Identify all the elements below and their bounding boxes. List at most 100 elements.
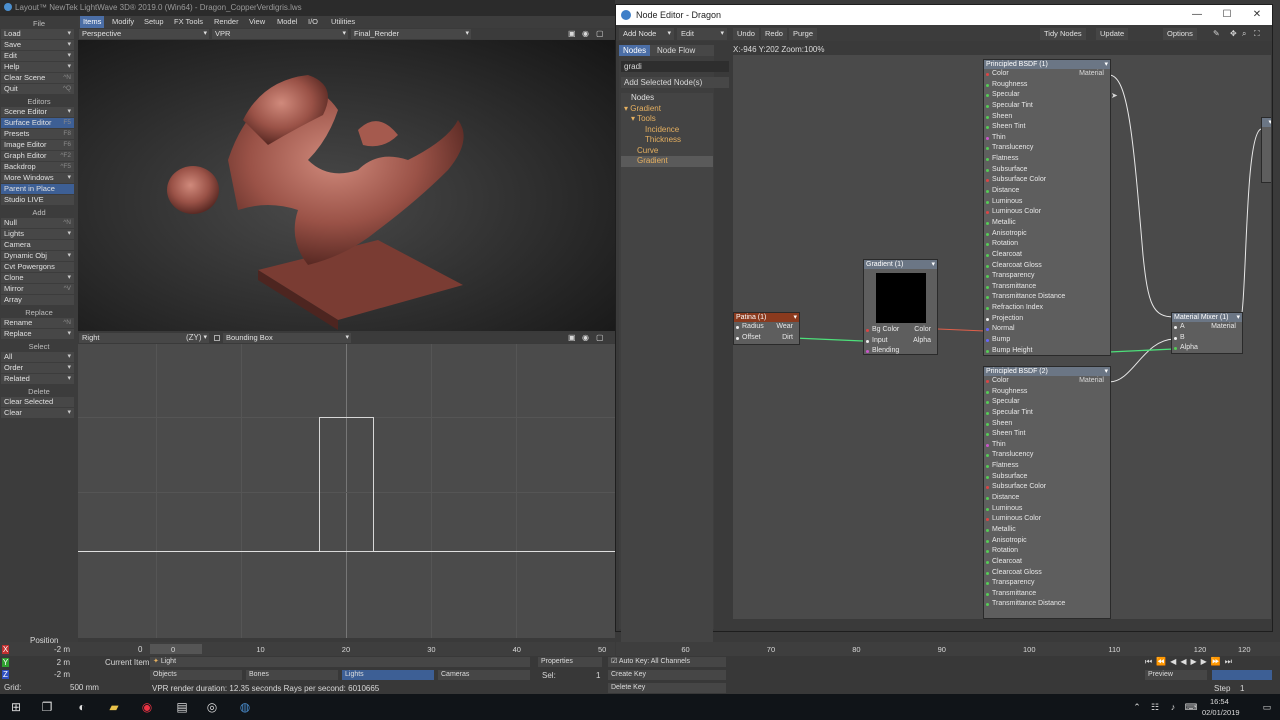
- bsdf1-input[interactable]: Refraction Index: [984, 303, 1110, 314]
- auto-key-select[interactable]: ☑ Auto Key: All Channels: [608, 657, 726, 667]
- x-position-field[interactable]: -2 m: [40, 645, 70, 654]
- bones-button[interactable]: Bones: [246, 670, 338, 680]
- tab-node-flow[interactable]: Node Flow: [657, 45, 695, 56]
- tab-io[interactable]: I/O: [308, 16, 318, 28]
- tree-gradient-selected[interactable]: Gradient: [621, 156, 713, 167]
- all-button[interactable]: All: [1, 352, 74, 362]
- more-windows-button[interactable]: More Windows: [1, 173, 74, 183]
- patina-input-radius[interactable]: Radius Wear: [734, 322, 799, 333]
- tree-gradient-folder[interactable]: ▾ Gradient: [621, 104, 713, 115]
- mirror-button[interactable]: Mirror ^V: [1, 284, 74, 294]
- create-key-button[interactable]: Create Key: [608, 670, 726, 680]
- order-button[interactable]: Order: [1, 363, 74, 373]
- gradient-input-input[interactable]: Input Alpha: [864, 336, 937, 347]
- cameras-button[interactable]: Cameras: [438, 670, 530, 680]
- bsdf1-input[interactable]: Transmittance Distance: [984, 292, 1110, 303]
- tab-setup[interactable]: Setup: [144, 16, 164, 28]
- bsdf1-input[interactable]: Subsurface Color: [984, 175, 1110, 186]
- bsdf2-title[interactable]: Principled BSDF (2): [984, 367, 1110, 376]
- bsdf1-input[interactable]: Transmittance: [984, 282, 1110, 293]
- bsdf2-input[interactable]: Clearcoat Gloss: [984, 568, 1110, 579]
- bottom-lock-icon[interactable]: ▣: [568, 333, 576, 342]
- tab-fx-tools[interactable]: FX Tools: [174, 16, 203, 28]
- tree-thickness[interactable]: Thickness: [621, 135, 713, 146]
- bsdf2-input[interactable]: Subsurface: [984, 472, 1110, 483]
- lights-button-bottom[interactable]: Lights: [342, 670, 434, 680]
- bsdf2-input[interactable]: Sheen Tint: [984, 429, 1110, 440]
- delete-key-button[interactable]: Delete Key: [608, 683, 726, 693]
- bsdf1-input[interactable]: Color: [984, 69, 1110, 80]
- node-canvas[interactable]: Patina (1) RadiusWear OffsetDirt Gradien…: [733, 55, 1271, 619]
- bsdf1-input[interactable]: Transparency: [984, 271, 1110, 282]
- clear-selected-button[interactable]: Clear Selected: [1, 397, 74, 407]
- bsdf1-input[interactable]: Bump: [984, 335, 1110, 346]
- tree-incidence[interactable]: Incidence: [621, 125, 713, 136]
- save-button[interactable]: Save: [1, 40, 74, 50]
- tab-view[interactable]: View: [249, 16, 265, 28]
- related-button[interactable]: Related: [1, 374, 74, 384]
- bsdf1-input[interactable]: Thin: [984, 133, 1110, 144]
- patina-node[interactable]: Patina (1) RadiusWear OffsetDirt: [733, 312, 800, 345]
- windows-start-icon[interactable]: ⊞: [9, 700, 23, 714]
- rename-button[interactable]: Rename ^N: [1, 318, 74, 328]
- view-type-select[interactable]: Perspective: [79, 29, 209, 39]
- surface-editor-button[interactable]: Surface Editor F5: [1, 118, 74, 128]
- bsdf2-input[interactable]: Anisotropic: [984, 536, 1110, 547]
- bsdf2-input[interactable]: Translucency: [984, 450, 1110, 461]
- bsdf2-input[interactable]: Luminous: [984, 504, 1110, 515]
- gradient-node[interactable]: Gradient (1) Bg ColorColor InputAlpha Bl…: [863, 259, 938, 355]
- tab-nodes[interactable]: Nodes: [619, 45, 651, 56]
- grid-size-field[interactable]: 500 mm: [70, 683, 99, 692]
- bsdf2-input[interactable]: Color: [984, 376, 1110, 387]
- lights-button[interactable]: Lights: [1, 229, 74, 239]
- edit-button[interactable]: Edit: [1, 51, 74, 61]
- update-button[interactable]: Update: [1096, 28, 1129, 40]
- maximize-icon[interactable]: ☐: [1212, 5, 1242, 25]
- bsdf1-input[interactable]: Sheen: [984, 112, 1110, 123]
- tray-keyboard-icon[interactable]: ⌨: [1184, 700, 1198, 714]
- bsdf2-input[interactable]: Specular Tint: [984, 408, 1110, 419]
- close-icon[interactable]: ✕: [1242, 5, 1272, 25]
- notification-icon[interactable]: ▭: [1260, 700, 1274, 714]
- dynamic-obj-button[interactable]: Dynamic Obj: [1, 251, 74, 261]
- tab-render[interactable]: Render: [214, 16, 239, 28]
- mixer-title[interactable]: Material Mixer (1): [1172, 313, 1242, 322]
- current-item-select[interactable]: ✦ Light: [150, 657, 530, 667]
- clear-scene-button[interactable]: Clear Scene ^N: [1, 73, 74, 83]
- bsdf1-input[interactable]: Flatness: [984, 154, 1110, 165]
- bsdf2-input[interactable]: Clearcoat: [984, 557, 1110, 568]
- minimize-icon[interactable]: —: [1182, 5, 1212, 25]
- viewport-camera-icon[interactable]: ◉: [582, 29, 589, 38]
- edit-menu-button[interactable]: Edit: [677, 28, 727, 40]
- parent-in-place-button[interactable]: Parent in Place: [1, 184, 74, 194]
- app-icon-2[interactable]: ▤: [175, 700, 189, 714]
- timeline[interactable]: 0 0 10 20 30 40 50: [0, 642, 615, 656]
- render-viewport[interactable]: [78, 40, 615, 331]
- graph-editor-button[interactable]: Graph Editor ^F2: [1, 151, 74, 161]
- step-field[interactable]: 1: [1240, 684, 1244, 693]
- y-position-field[interactable]: 2 m: [40, 658, 70, 667]
- cvt-powergons-button[interactable]: Cvt Powergons: [1, 262, 74, 272]
- bsdf1-input[interactable]: Roughness: [984, 80, 1110, 91]
- null-button[interactable]: Null ^N: [1, 218, 74, 228]
- scene-editor-button[interactable]: Scene Editor: [1, 107, 74, 117]
- bsdf2-input[interactable]: Specular: [984, 397, 1110, 408]
- bsdf1-title[interactable]: Principled BSDF (1): [984, 60, 1110, 69]
- material-mixer-node[interactable]: Material Mixer (1) AMaterial B Alpha: [1171, 312, 1243, 354]
- help-button[interactable]: Help: [1, 62, 74, 72]
- tab-model[interactable]: Model: [277, 16, 297, 28]
- bsdf2-input[interactable]: Thin: [984, 440, 1110, 451]
- mixer-input-alpha[interactable]: Alpha: [1172, 343, 1242, 354]
- properties-button[interactable]: Properties: [538, 657, 602, 667]
- bsdf2-input[interactable]: Roughness: [984, 387, 1110, 398]
- tree-curve[interactable]: Curve: [621, 146, 713, 157]
- tray-network-icon[interactable]: ☷: [1148, 700, 1162, 714]
- chrome-icon[interactable]: ◉: [140, 700, 154, 714]
- bsdf1-input[interactable]: Anisotropic: [984, 229, 1110, 240]
- bsdf1-input[interactable]: Metallic: [984, 218, 1110, 229]
- tree-nodes[interactable]: Nodes: [621, 93, 713, 104]
- bbox-checkbox[interactable]: [214, 335, 220, 341]
- bbox-mode-select[interactable]: Bounding Box: [223, 333, 351, 343]
- array-button[interactable]: Array: [1, 295, 74, 305]
- app-icon-3[interactable]: ◎: [205, 700, 219, 714]
